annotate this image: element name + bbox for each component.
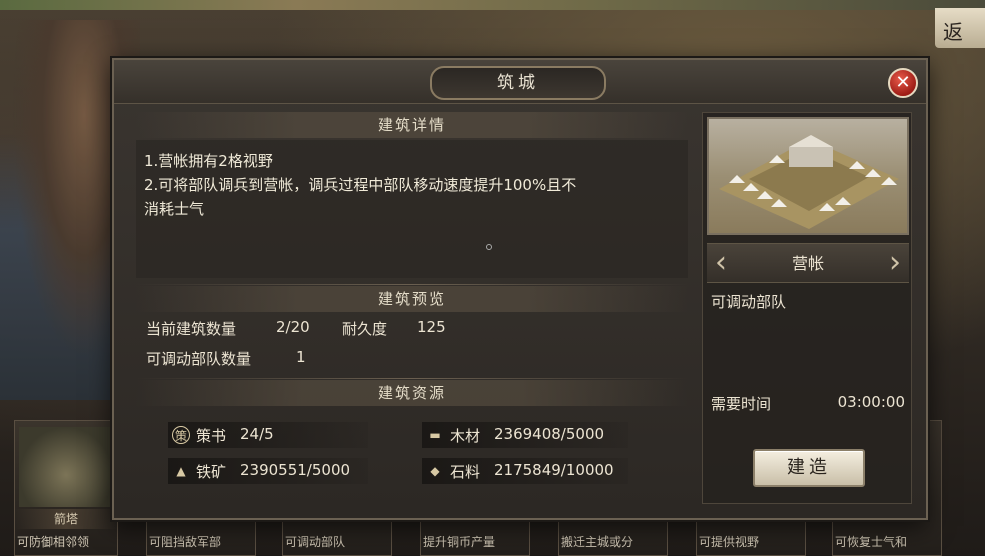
stone-icon: ◆ — [430, 464, 440, 478]
building-info-panel: 建筑详情 1.营帐拥有2格视野 2.可将部队调兵到营帐，调兵过程中部队移动速度提… — [136, 112, 688, 504]
building-card-desc: 搬迁主城或分 — [561, 535, 634, 549]
current-count-value: 2/20 — [276, 318, 310, 336]
resource-name: 木材 — [450, 427, 481, 445]
building-card-desc: 可调动部队 — [285, 535, 346, 549]
deployable-value: 1 — [296, 348, 306, 366]
resource-policy-book: 策 策书 24/5 — [168, 422, 368, 448]
resource-iron: ▲ 铁矿 2390551/5000 — [168, 458, 368, 484]
details-section-title: 建筑详情 — [136, 112, 688, 138]
divider — [136, 284, 688, 285]
resource-name: 铁矿 — [196, 463, 227, 481]
dialog-header: 筑城 ✕ — [114, 60, 926, 104]
build-city-dialog: 筑城 ✕ 建筑详情 1.营帐拥有2格视野 2.可将部队调兵到营帐，调兵过程中部队… — [112, 58, 928, 520]
resource-name: 石料 — [450, 463, 481, 481]
resource-value: 2390551/5000 — [240, 461, 351, 479]
resource-name: 策书 — [196, 427, 227, 445]
resource-wood: ▬ 木材 2369408/5000 — [422, 422, 628, 448]
durability-label: 耐久度 — [342, 320, 388, 338]
wood-icon: ▬ — [429, 428, 441, 442]
scroll-dot-icon — [486, 244, 492, 250]
next-arrow-icon[interactable]: › — [885, 248, 905, 278]
back-button[interactable]: 返 — [935, 8, 985, 48]
building-name: 营帐 — [791, 254, 824, 273]
detail-line: 消耗士气 — [144, 200, 205, 218]
building-preview-panel: ‹ 营帐 › 可调动部队 需要时间 03:00:00 建造 — [702, 112, 912, 504]
building-card-desc: 可提供视野 — [699, 535, 760, 549]
divider — [136, 378, 688, 379]
preview-section-title: 建筑预览 — [136, 286, 688, 312]
building-ability: 可调动部队 — [711, 293, 787, 311]
building-card-desc: 提升铜币产量 — [423, 535, 496, 549]
time-value: 03:00:00 — [837, 393, 905, 411]
building-thumb — [19, 427, 113, 507]
detail-line: 2.可将部队调兵到营帐，调兵过程中部队移动速度提升100%且不 — [144, 176, 577, 194]
background-map-strip — [0, 0, 985, 10]
dialog-title: 筑城 — [430, 66, 606, 100]
iron-ore-icon: ▲ — [176, 464, 186, 478]
deployable-label: 可调动部队数量 — [146, 350, 252, 368]
building-card-name: 箭塔 — [15, 509, 117, 529]
building-card-desc: 可防御相邻领 — [17, 535, 90, 549]
time-label: 需要时间 — [711, 395, 772, 413]
current-count-label: 当前建筑数量 — [146, 320, 237, 338]
building-card[interactable]: 箭塔 可防御相邻领 — [14, 420, 118, 556]
close-icon[interactable]: ✕ — [888, 68, 918, 98]
detail-line: 1.营帐拥有2格视野 — [144, 152, 273, 170]
resources-section-title: 建筑资源 — [136, 380, 688, 406]
building-card-desc: 可阻挡敌军部 — [149, 535, 222, 549]
resource-stone: ◆ 石料 2175849/10000 — [422, 458, 628, 484]
build-button[interactable]: 建造 — [753, 449, 865, 487]
durability-value: 125 — [417, 318, 446, 336]
resource-value: 2369408/5000 — [494, 425, 605, 443]
building-card-desc: 可恢复士气和 — [835, 535, 908, 549]
camp-building-image — [707, 117, 909, 235]
resource-value: 24/5 — [240, 425, 274, 443]
policy-book-icon: 策 — [172, 426, 190, 444]
details-box: 1.营帐拥有2格视野 2.可将部队调兵到营帐，调兵过程中部队移动速度提升100%… — [136, 140, 688, 278]
building-selector: ‹ 营帐 › — [707, 243, 909, 283]
resource-value: 2175849/10000 — [494, 461, 614, 479]
